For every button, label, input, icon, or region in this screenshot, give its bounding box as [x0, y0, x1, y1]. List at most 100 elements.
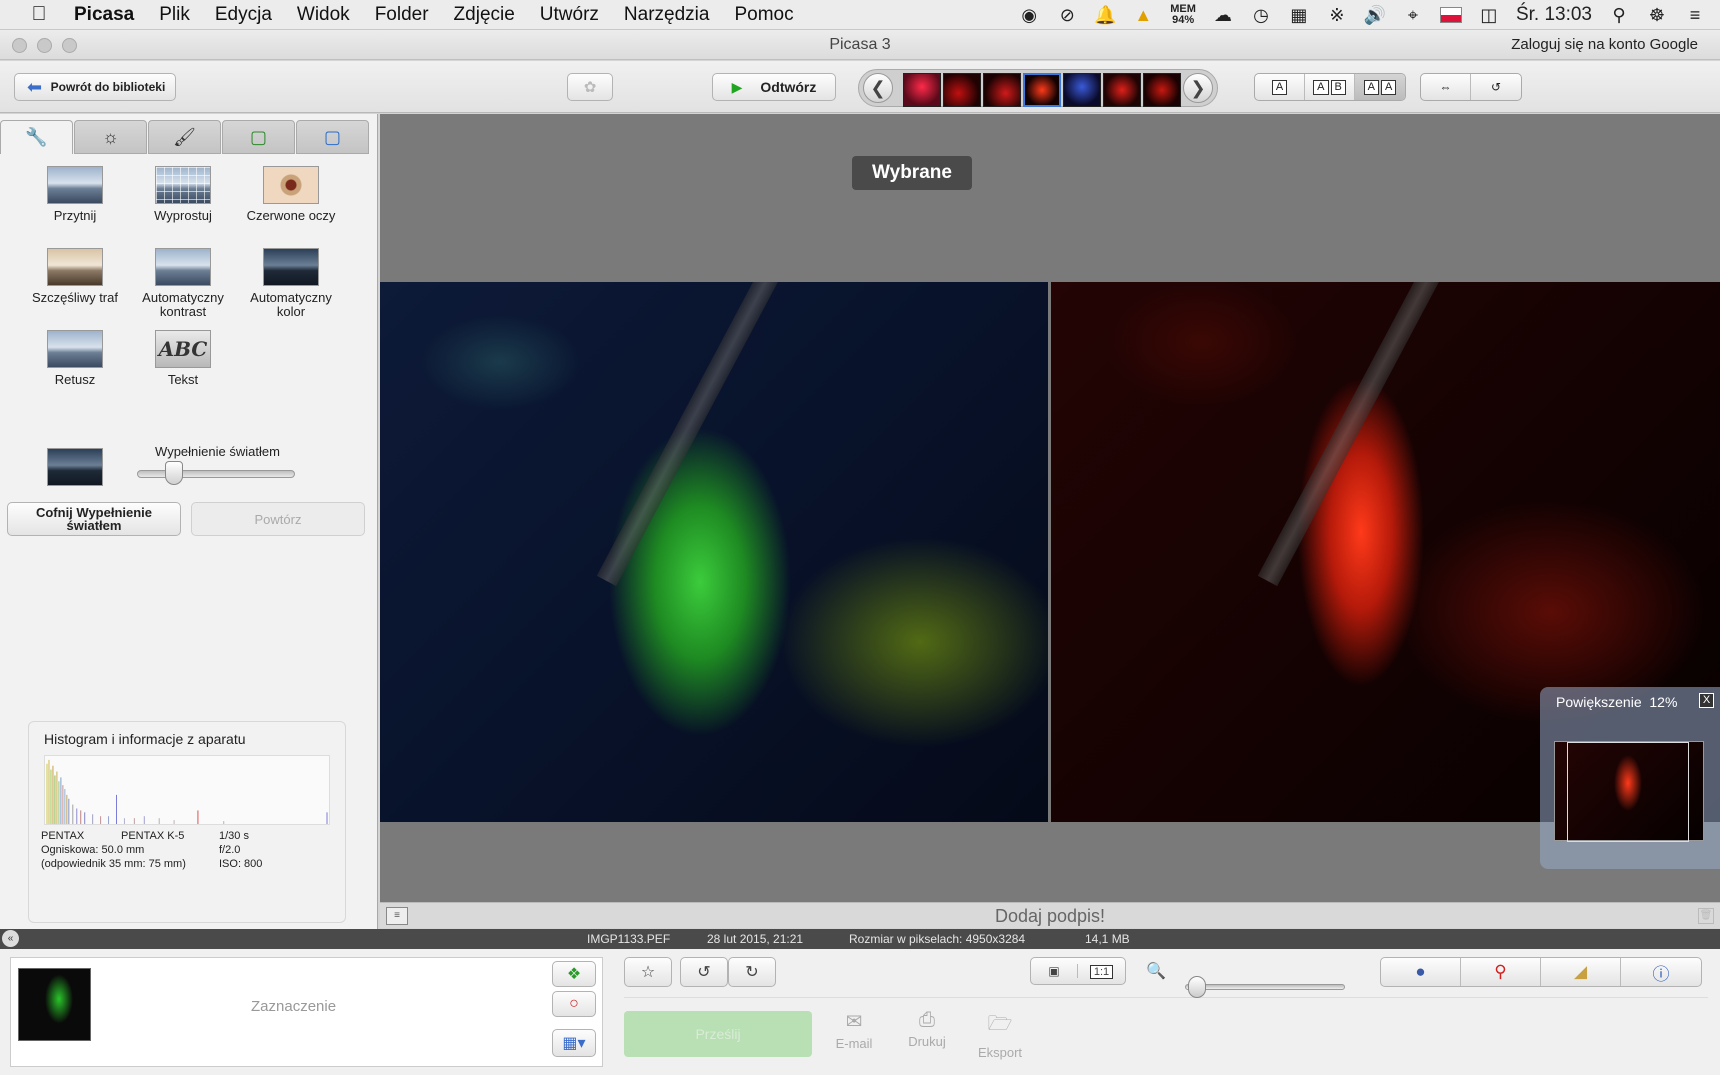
tags-button[interactable]: ◢: [1541, 958, 1621, 986]
layout-group: ⇔ ↺: [1420, 73, 1522, 101]
clock[interactable]: Śr. 13:03: [1516, 4, 1592, 26]
tab-effects-3[interactable]: ▢: [296, 120, 369, 154]
notification-center-icon[interactable]: ≡: [1684, 4, 1706, 26]
rotate-left-button[interactable]: ↺: [680, 957, 728, 987]
swap-pane-button[interactable]: ↺: [1471, 74, 1521, 100]
filmstrip-thumb[interactable]: [1143, 73, 1181, 107]
retouch-tool[interactable]: Retusz: [20, 330, 130, 387]
zoom-navigator-thumbnail[interactable]: [1554, 741, 1704, 842]
star-button[interactable]: ☆: [624, 957, 672, 987]
straighten-tool[interactable]: Wyprostuj: [128, 166, 238, 223]
filmstrip-thumb[interactable]: [983, 73, 1021, 107]
crop-tool[interactable]: Przytnij: [20, 166, 130, 223]
red-eye-tool[interactable]: Czerwone oczy: [236, 166, 346, 223]
memory-indicator[interactable]: MEM 94%: [1170, 4, 1196, 26]
tab-tuning[interactable]: ☼: [74, 120, 147, 154]
menu-widok[interactable]: Widok: [297, 4, 350, 26]
next-photo-button[interactable]: ❯: [1183, 73, 1213, 103]
single-view-button[interactable]: A: [1255, 74, 1305, 100]
zoom-slider[interactable]: [1185, 984, 1345, 990]
menu-utworz[interactable]: Utwórz: [540, 4, 599, 26]
tab-basic-fixes[interactable]: 🔧: [0, 120, 73, 154]
places-button[interactable]: ⚲: [1461, 958, 1541, 986]
zoom-slider-thumb[interactable]: [1187, 976, 1206, 998]
battery-icon[interactable]: ◫: [1478, 4, 1500, 26]
map-pin-icon: ⚲: [1494, 962, 1507, 981]
caption-input[interactable]: Dodaj podpis!: [380, 906, 1720, 927]
back-to-library-button[interactable]: ⬅ Powrót do biblioteki: [14, 73, 176, 101]
main-toolbar: ⬅ Powrót do biblioteki ✿ ▶ Odtwórz ❮ ❯ A…: [0, 61, 1720, 113]
wifi-icon[interactable]: ⌖: [1402, 4, 1424, 26]
undo-fill-light-button[interactable]: Cofnij Wypełnienie światłem: [7, 502, 181, 536]
clear-selection-icon[interactable]: ○: [552, 991, 596, 1017]
email-button[interactable]: ✉ E-mail: [824, 1009, 884, 1051]
filmstrip-thumb[interactable]: [943, 73, 981, 107]
input-language-flag-icon[interactable]: [1439, 7, 1462, 23]
redo-button[interactable]: Powtórz: [191, 502, 365, 536]
selection-label: Zaznaczenie: [251, 998, 337, 1015]
camera-status-icon[interactable]: ◉: [1018, 4, 1040, 26]
photo-detail: [1257, 282, 1447, 587]
creative-cloud-icon[interactable]: ☁: [1212, 4, 1234, 26]
export-button[interactable]: 🗁 Eksport: [970, 1009, 1030, 1060]
add-to-album-icon[interactable]: ▦▾: [552, 1029, 596, 1057]
zoom-magnifier-icon[interactable]: 🔍: [1138, 959, 1174, 983]
im-feeling-lucky-tool[interactable]: Szczęśliwy traf: [20, 248, 130, 305]
menu-narzedzia[interactable]: Narzędzia: [624, 4, 710, 26]
tab-effects[interactable]: 🖌: [148, 120, 221, 154]
split-view-button[interactable]: AB: [1305, 74, 1355, 100]
fill-light-slider-thumb[interactable]: [165, 461, 183, 485]
user-icon[interactable]: ☸: [1646, 4, 1668, 26]
tab-effects-2[interactable]: ▢: [222, 120, 295, 154]
rotate-right-button[interactable]: ↻: [728, 957, 776, 987]
trash-icon[interactable]: 🗑: [1698, 908, 1714, 924]
spotlight-search-icon[interactable]: ⚲: [1608, 4, 1630, 26]
zoom-viewport-frame[interactable]: [1567, 742, 1689, 842]
keyboard-icon[interactable]: ▦: [1288, 4, 1310, 26]
selection-thumbnail[interactable]: [18, 968, 91, 1041]
slideshow-play-button[interactable]: ▶ Odtwórz: [712, 73, 836, 101]
menu-edycja[interactable]: Edycja: [215, 4, 272, 26]
properties-button[interactable]: ⓘ: [1621, 958, 1701, 986]
collapse-panel-icon[interactable]: «: [2, 930, 19, 947]
donotdisturb-icon[interactable]: ⊘: [1056, 4, 1078, 26]
picture-pile-icon[interactable]: ✿: [567, 73, 613, 101]
crop-icon: [47, 166, 103, 204]
focal-length: Ogniskowa: 50.0 mm: [41, 844, 145, 856]
compare-view-button[interactable]: AA: [1355, 74, 1405, 100]
menu-plik[interactable]: Plik: [159, 4, 190, 26]
print-button[interactable]: ⎙ Drukuj: [897, 1009, 957, 1049]
fit-width-button[interactable]: ⇔: [1421, 74, 1471, 100]
apple-menu-icon[interactable]: : [26, 3, 52, 26]
menu-zdjecie[interactable]: Zdjęcie: [454, 4, 515, 26]
filmstrip-thumb-selected[interactable]: [1023, 73, 1061, 107]
auto-color-icon: [263, 248, 319, 286]
auto-contrast-tool[interactable]: Automatyczny kontrast: [128, 248, 238, 319]
bluetooth-icon[interactable]: ※: [1326, 4, 1348, 26]
fill-light-slider[interactable]: [137, 470, 295, 478]
tray-separator: [624, 997, 1708, 998]
menu-folder[interactable]: Folder: [375, 4, 429, 26]
close-zoom-button[interactable]: X: [1699, 693, 1714, 708]
photo-original[interactable]: [380, 282, 1048, 822]
people-button[interactable]: ●: [1381, 958, 1461, 986]
filmstrip-thumb[interactable]: [1063, 73, 1101, 107]
filmstrip-thumb[interactable]: [1103, 73, 1141, 107]
time-machine-icon[interactable]: ◷: [1250, 4, 1272, 26]
previous-photo-button[interactable]: ❮: [863, 73, 893, 103]
volume-icon[interactable]: 🔊: [1364, 4, 1386, 26]
bell-icon[interactable]: 🔔: [1094, 4, 1116, 26]
warning-icon[interactable]: ▲: [1132, 4, 1154, 26]
text-tool[interactable]: ABC Tekst: [128, 330, 238, 387]
menu-pomoc[interactable]: Pomoc: [734, 4, 793, 26]
auto-color-tool[interactable]: Automatyczny kolor: [236, 248, 346, 319]
straighten-icon: [155, 166, 211, 204]
filmstrip-thumb[interactable]: [903, 73, 941, 107]
selected-badge: Wybrane: [852, 156, 972, 190]
google-login-link[interactable]: Zaloguj się na konto Google: [1511, 36, 1698, 53]
hold-pin-icon[interactable]: ❖: [552, 961, 596, 987]
upload-button[interactable]: Prześlij: [624, 1011, 812, 1057]
fit-to-window-button[interactable]: ▣: [1031, 964, 1079, 978]
actual-size-button[interactable]: 1:1: [1078, 964, 1125, 979]
menu-app[interactable]: Picasa: [74, 4, 134, 26]
